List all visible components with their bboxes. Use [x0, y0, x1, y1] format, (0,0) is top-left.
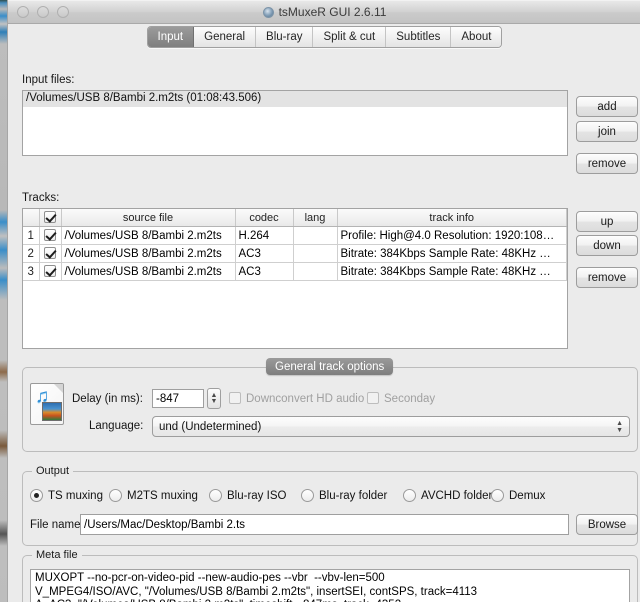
general-track-options-tab[interactable]: General track options [266, 358, 394, 375]
tab-bluray[interactable]: Blu-ray [256, 27, 314, 47]
cell-codec: AC3 [235, 244, 294, 263]
table-row[interactable]: 3 /Volumes/USB 8/Bambi 2.m2ts AC3 Bitrat… [23, 262, 567, 281]
tab-subtitles[interactable]: Subtitles [386, 27, 452, 47]
tab-bar: Input General Blu-ray Split & cut Subtit… [8, 24, 640, 48]
checkbox-icon[interactable] [44, 229, 56, 241]
window-title-group: tsMuxeR GUI 2.6.11 [8, 1, 640, 23]
language-selected-value: und (Undetermined) [159, 420, 262, 433]
language-select[interactable]: und (Undetermined) ▲ ▼ [152, 416, 630, 437]
cell-codec: H.264 [235, 226, 294, 245]
cell-lang [293, 226, 338, 245]
move-up-button[interactable]: up [576, 211, 638, 232]
cell-track-info: Profile: High@4.0 Resolution: 1920:108… [337, 226, 567, 245]
header-rownum [23, 209, 40, 227]
checkbox-icon[interactable] [44, 265, 56, 277]
tab-split-cut[interactable]: Split & cut [313, 27, 387, 47]
remove-file-button[interactable]: remove [576, 153, 638, 174]
browse-button[interactable]: Browse [576, 514, 638, 535]
tracks-table[interactable]: source file codec lang track info 1 /Vol… [22, 208, 568, 349]
checkbox-icon[interactable] [44, 247, 56, 259]
window-titlebar: tsMuxeR GUI 2.6.11 [8, 0, 640, 24]
cell-source-file: /Volumes/USB 8/Bambi 2.m2ts [61, 226, 236, 245]
app-icon [262, 6, 274, 18]
tsmuxer-window: tsMuxeR GUI 2.6.11 Input General Blu-ray… [7, 0, 640, 602]
media-file-icon: ♫ [30, 383, 64, 425]
tab-general[interactable]: General [194, 27, 257, 47]
header-codec[interactable]: codec [235, 209, 294, 227]
join-button[interactable]: join [576, 121, 638, 142]
meta-file-group-title: Meta file [32, 549, 82, 561]
row-checkbox-cell[interactable] [39, 262, 62, 281]
table-row[interactable]: 1 /Volumes/USB 8/Bambi 2.m2ts H.264 Prof… [23, 226, 567, 245]
row-number: 2 [23, 244, 40, 263]
label-m2ts-muxing[interactable]: M2TS muxing [127, 490, 198, 502]
header-track-info[interactable]: track info [337, 209, 567, 227]
language-label: Language: [89, 420, 144, 432]
table-header-row: source file codec lang track info [23, 209, 567, 227]
label-bluray-iso[interactable]: Blu-ray ISO [227, 490, 286, 502]
label-demux[interactable]: Demux [509, 490, 545, 502]
add-button[interactable]: add [576, 96, 638, 117]
label-ts-muxing[interactable]: TS muxing [48, 490, 103, 502]
downconvert-hd-audio-checkbox [229, 392, 241, 404]
list-item[interactable]: /Volumes/USB 8/Bambi 2.m2ts (01:08:43.50… [23, 91, 567, 107]
row-number: 1 [23, 226, 40, 245]
chevron-updown-icon: ▲ ▼ [616, 420, 623, 434]
cell-codec: AC3 [235, 262, 294, 281]
general-track-options-group [22, 367, 638, 452]
radio-demux[interactable] [491, 489, 504, 502]
tracks-label: Tracks: [22, 192, 60, 204]
header-source-file[interactable]: source file [61, 209, 236, 227]
delay-stepper[interactable]: ▲ ▼ [207, 388, 221, 409]
cell-lang [293, 262, 338, 281]
filename-input[interactable]: /Users/Mac/Desktop/Bambi 2.ts [80, 514, 569, 535]
table-row[interactable]: 2 /Volumes/USB 8/Bambi 2.m2ts AC3 Bitrat… [23, 244, 567, 263]
delay-label: Delay (in ms): [72, 393, 143, 405]
row-number: 3 [23, 262, 40, 281]
output-group-title: Output [32, 465, 74, 477]
label-bluray-folder[interactable]: Blu-ray folder [319, 490, 387, 502]
window-title: tsMuxeR GUI 2.6.11 [278, 5, 387, 19]
page-fold [54, 384, 63, 393]
header-select-all[interactable] [39, 209, 62, 227]
input-files-label: Input files: [22, 74, 75, 86]
meta-file-textarea[interactable]: MUXOPT --no-pcr-on-video-pid --new-audio… [30, 569, 630, 602]
header-lang[interactable]: lang [293, 209, 338, 227]
input-files-list[interactable]: /Volumes/USB 8/Bambi 2.m2ts (01:08:43.50… [22, 90, 568, 156]
label-avchd-folder[interactable]: AVCHD folder [421, 490, 492, 502]
video-thumbnail-icon [42, 402, 62, 421]
radio-bluray-iso[interactable] [209, 489, 222, 502]
delay-input[interactable]: -847 [152, 389, 204, 408]
tab-about[interactable]: About [451, 27, 502, 47]
secondary-label: Seconday [384, 393, 436, 405]
radio-avchd-folder[interactable] [403, 489, 416, 502]
checkbox-icon[interactable] [44, 211, 56, 223]
radio-ts-muxing[interactable] [30, 489, 43, 502]
remove-track-button[interactable]: remove [576, 267, 638, 288]
cell-source-file: /Volumes/USB 8/Bambi 2.m2ts [61, 262, 236, 281]
row-checkbox-cell[interactable] [39, 226, 62, 245]
window-content: Input General Blu-ray Split & cut Subtit… [8, 24, 640, 602]
cell-source-file: /Volumes/USB 8/Bambi 2.m2ts [61, 244, 236, 263]
radio-m2ts-muxing[interactable] [109, 489, 122, 502]
tab-group: Input General Blu-ray Split & cut Subtit… [146, 26, 503, 48]
move-down-button[interactable]: down [576, 235, 638, 256]
cell-track-info: Bitrate: 384Kbps Sample Rate: 48KHz … [337, 262, 567, 281]
secondary-checkbox [367, 392, 379, 404]
downconvert-hd-audio-label: Downconvert HD audio [246, 393, 365, 405]
tab-input[interactable]: Input [147, 27, 195, 47]
filename-label: File name [30, 519, 81, 531]
cell-track-info: Bitrate: 384Kbps Sample Rate: 48KHz … [337, 244, 567, 263]
radio-bluray-folder[interactable] [301, 489, 314, 502]
cell-lang [293, 244, 338, 263]
row-checkbox-cell[interactable] [39, 244, 62, 263]
background-window-sliver [0, 0, 7, 602]
stepper-down-icon[interactable]: ▼ [211, 398, 218, 405]
